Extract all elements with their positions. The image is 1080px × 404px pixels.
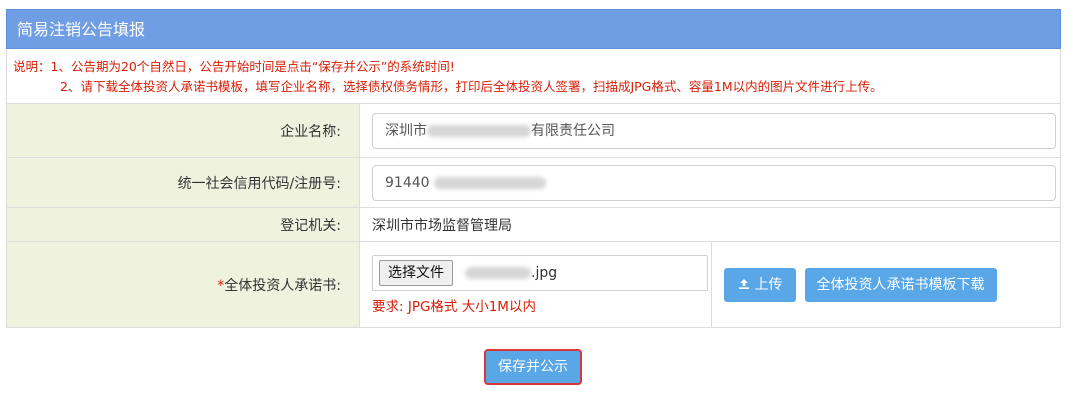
file-requirement-hint: 要求: JPG格式 大小1M以内	[372, 298, 536, 315]
commitment-letter-label: 全体投资人承诺书:	[224, 277, 341, 294]
panel-title: 简易注销公告填报	[6, 9, 1061, 49]
template-download-button[interactable]: 全体投资人承诺书模板下载	[804, 267, 997, 302]
commitment-letter-row: *全体投资人承诺书: 选择文件 .jpg 要求: JPG格式 大小1M以内 上传	[6, 241, 1061, 328]
credit-code-prefix: 91440	[385, 174, 430, 191]
registration-authority-row: 登记机关: 深圳市市场监督管理局	[6, 207, 1061, 242]
company-name-input[interactable]: 深圳市 有限责任公司	[372, 112, 1056, 149]
registration-authority-value: 深圳市市场监督管理局	[359, 207, 1061, 242]
announcement-panel: 简易注销公告填报 说明：1、公告期为20个自然日，公告开始时间是点击“保存并公示…	[6, 9, 1061, 328]
redacted-blur	[433, 176, 546, 189]
file-cell: 选择文件 .jpg 要求: JPG格式 大小1M以内	[359, 241, 712, 328]
company-name-cell: 深圳市 有限责任公司	[359, 103, 1061, 158]
redacted-blur	[465, 266, 531, 279]
credit-code-label: 统一社会信用代码/注册号:	[6, 157, 360, 208]
registration-authority-label: 登记机关:	[6, 207, 360, 242]
save-and-publish-button[interactable]: 保存并公示	[484, 349, 582, 385]
credit-code-input[interactable]: 91440	[372, 164, 1056, 201]
notice-line-1: 说明：1、公告期为20个自然日，公告开始时间是点击“保存并公示”的系统时间!	[13, 59, 455, 74]
choose-file-button[interactable]: 选择文件	[379, 259, 453, 286]
redacted-blur	[427, 124, 531, 137]
company-name-suffix: 有限责任公司	[531, 122, 615, 139]
upload-icon	[738, 277, 754, 293]
company-name-prefix: 深圳市	[385, 122, 427, 139]
file-actions-cell: 上传 全体投资人承诺书模板下载	[711, 241, 1061, 328]
company-name-label: 企业名称:	[6, 103, 360, 158]
credit-code-cell: 91440	[359, 157, 1061, 208]
announcement-form: 企业名称: 深圳市 有限责任公司 统一社会信用代码/注册号: 91440 登记机关…	[6, 103, 1061, 328]
credit-code-row: 统一社会信用代码/注册号: 91440	[6, 157, 1061, 208]
file-input[interactable]: 选择文件 .jpg	[372, 254, 708, 291]
upload-label: 上传	[754, 276, 783, 293]
notice-line-2: 2、请下载全体投资人承诺书模板，填写企业名称，选择债权债务情形，打印后全体投资人…	[60, 79, 883, 94]
save-area: 保存并公示	[484, 349, 582, 385]
commitment-letter-label-cell: *全体投资人承诺书:	[6, 241, 360, 328]
file-name-suffix: .jpg	[531, 264, 558, 281]
company-name-row: 企业名称: 深圳市 有限责任公司	[6, 103, 1061, 158]
notice-box: 说明：1、公告期为20个自然日，公告开始时间是点击“保存并公示”的系统时间! 2…	[6, 49, 1061, 103]
upload-button[interactable]: 上传	[724, 267, 797, 302]
